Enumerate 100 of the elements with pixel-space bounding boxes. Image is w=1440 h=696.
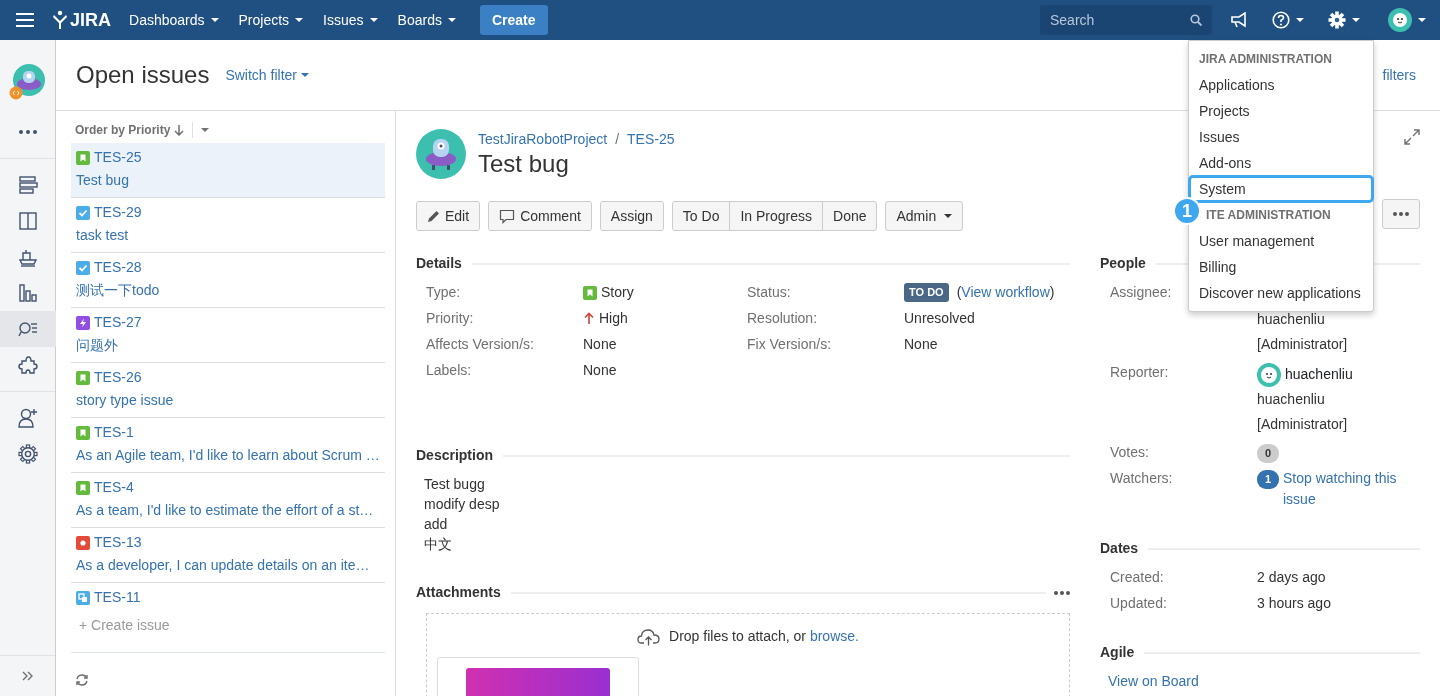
page-title: Open issues bbox=[76, 60, 210, 90]
menu-item[interactable]: Applications bbox=[1189, 72, 1373, 98]
create-button[interactable]: Create bbox=[479, 5, 548, 35]
comment-button[interactable]: Comment bbox=[488, 201, 592, 231]
menu-item[interactable]: Discover new applications bbox=[1189, 280, 1373, 306]
status-lozenge: TO DO bbox=[904, 283, 949, 302]
field-label: Watchers: bbox=[1110, 469, 1173, 488]
issue-summary: story type issue bbox=[76, 391, 175, 410]
avatar-icon bbox=[1388, 8, 1412, 32]
issue-key: TES-25 bbox=[94, 147, 142, 168]
menu-item[interactable]: Projects bbox=[1189, 98, 1373, 124]
workflow-button[interactable]: Done bbox=[822, 201, 878, 231]
menu-item[interactable]: Add-ons bbox=[1189, 150, 1373, 176]
issue-list-item[interactable]: TES-13 As a developer, I can update details on an ite… bbox=[71, 528, 385, 583]
issue-summary: As an Agile team, I'd like to learn about Scrum … bbox=[76, 446, 380, 465]
field-label: Assignee: bbox=[1110, 283, 1172, 302]
dates-heading: Dates bbox=[1100, 539, 1139, 558]
menu-item[interactable]: User management bbox=[1189, 228, 1373, 254]
more-options-button[interactable] bbox=[1054, 590, 1070, 595]
user-link[interactable]: huachenliu bbox=[1285, 364, 1353, 385]
issue-summary: 测试一下todo bbox=[76, 281, 161, 300]
field-label: Updated: bbox=[1110, 594, 1167, 613]
field-value: Story bbox=[601, 283, 634, 302]
bookmark-icon bbox=[76, 370, 90, 385]
details-heading: Details bbox=[416, 254, 462, 273]
bookmark-icon bbox=[76, 425, 90, 440]
agile-heading: Agile bbox=[1100, 643, 1135, 662]
workflow-button[interactable]: In Progress bbox=[729, 201, 823, 231]
issue-list-item[interactable]: TES-1 As an Agile team, I'd like to learn about Scrum … bbox=[71, 418, 385, 473]
issue-list-item[interactable]: TES-4 As a team, I'd like to estimate the effort of a st… bbox=[71, 473, 385, 528]
nav-menu[interactable]: Boards bbox=[387, 0, 466, 40]
watcher-count: 1 bbox=[1257, 470, 1279, 489]
user-detail: [Administrator] bbox=[1257, 335, 1349, 354]
checkbox-icon bbox=[76, 260, 90, 275]
admin-button[interactable]: Admin bbox=[885, 201, 964, 231]
issue-key: TES-27 bbox=[94, 312, 142, 333]
filters-link[interactable]: filters bbox=[1382, 64, 1416, 86]
issue-list-item[interactable]: TES-28 测试一下todo bbox=[71, 253, 385, 308]
action-button[interactable]: Assign bbox=[599, 201, 664, 231]
workflow-button[interactable]: To Do bbox=[671, 201, 731, 231]
up-arrow-icon bbox=[583, 312, 595, 325]
issue-list-item[interactable]: TES-29 task test bbox=[71, 198, 385, 253]
expand-icon[interactable] bbox=[1404, 129, 1420, 145]
issue-list-item[interactable]: TES-25 Test bug bbox=[71, 143, 385, 198]
project-link[interactable]: TestJiraRobotProject bbox=[478, 129, 608, 151]
issue-list-item[interactable]: TES-27 问题外 bbox=[71, 308, 385, 363]
nav-menu[interactable]: Issues bbox=[313, 0, 388, 40]
user-detail: huachenliu bbox=[1257, 390, 1326, 409]
field-value: High bbox=[599, 309, 628, 328]
issue-list-item[interactable]: TES-11 bbox=[71, 583, 385, 613]
field-value: 3 hours ago bbox=[1257, 594, 1332, 613]
browse-link[interactable]: browse. bbox=[809, 628, 859, 644]
menu-item[interactable]: Issues bbox=[1189, 124, 1373, 150]
menu-section-heading: ITE ADMINISTRATION bbox=[1205, 207, 1332, 224]
sort-dropdown-button[interactable] bbox=[201, 128, 210, 132]
issue-key: TES-11 bbox=[94, 587, 141, 608]
field-value: Unresolved bbox=[904, 309, 975, 328]
description-line: Test bugg bbox=[424, 475, 486, 494]
search-field[interactable]: Search bbox=[1040, 5, 1212, 35]
nav-menu[interactable]: Dashboards bbox=[119, 0, 229, 40]
more-icon bbox=[1393, 212, 1409, 216]
sidebar-nav-button[interactable] bbox=[0, 311, 56, 347]
description-heading: Description bbox=[416, 446, 493, 465]
logo-link[interactable]: JIRA bbox=[50, 0, 119, 40]
double-chevron-icon bbox=[21, 671, 34, 681]
issue-key-link[interactable]: TES-25 bbox=[627, 129, 675, 151]
nav-menu[interactable]: Projects bbox=[228, 0, 314, 40]
view-on-board-link[interactable]: View on Board bbox=[1108, 671, 1199, 692]
description-line: modify desp bbox=[424, 495, 501, 514]
issue-key: TES-29 bbox=[94, 202, 142, 223]
field-label: Affects Version/s: bbox=[426, 335, 534, 354]
view-workflow-link[interactable]: View workflow bbox=[961, 284, 1050, 300]
edit-button[interactable]: Edit bbox=[416, 201, 481, 231]
bookmark-icon bbox=[76, 150, 90, 165]
paren-text: ( bbox=[956, 284, 962, 300]
drop-zone[interactable]: Drop files to attach, or browse. bbox=[426, 613, 1070, 696]
add-person-icon bbox=[16, 407, 39, 429]
order-by-button[interactable]: Order by Priority bbox=[75, 121, 185, 139]
issue-summary: task test bbox=[76, 226, 130, 245]
field-label: Reporter: bbox=[1110, 363, 1169, 382]
issue-list-item[interactable]: TES-26 story type issue bbox=[71, 363, 385, 418]
field-label: Votes: bbox=[1110, 443, 1149, 462]
logo-icon bbox=[52, 10, 68, 30]
switch-filter-link[interactable]: Switch filter bbox=[225, 64, 309, 86]
cloud-upload-icon bbox=[637, 627, 662, 646]
description-line: add bbox=[424, 515, 449, 534]
breadcrumb-separator: / bbox=[615, 130, 620, 150]
field-label: Priority: bbox=[426, 309, 474, 328]
menu-item[interactable]: Billing bbox=[1189, 254, 1373, 280]
checkbox-icon bbox=[76, 205, 90, 220]
field-value: None bbox=[583, 361, 617, 380]
bar-chart-icon bbox=[17, 283, 38, 303]
stop-watching-link[interactable]: Stop watching this issue bbox=[1283, 468, 1420, 510]
more-actions-button[interactable] bbox=[1382, 199, 1420, 229]
more-icon bbox=[18, 130, 37, 134]
issue-summary: Test bug bbox=[76, 171, 130, 190]
issue-key: TES-13 bbox=[94, 532, 142, 553]
refresh-icon[interactable] bbox=[75, 673, 89, 688]
avatar-icon bbox=[1257, 362, 1281, 387]
step-callout: 1 bbox=[1173, 197, 1201, 225]
